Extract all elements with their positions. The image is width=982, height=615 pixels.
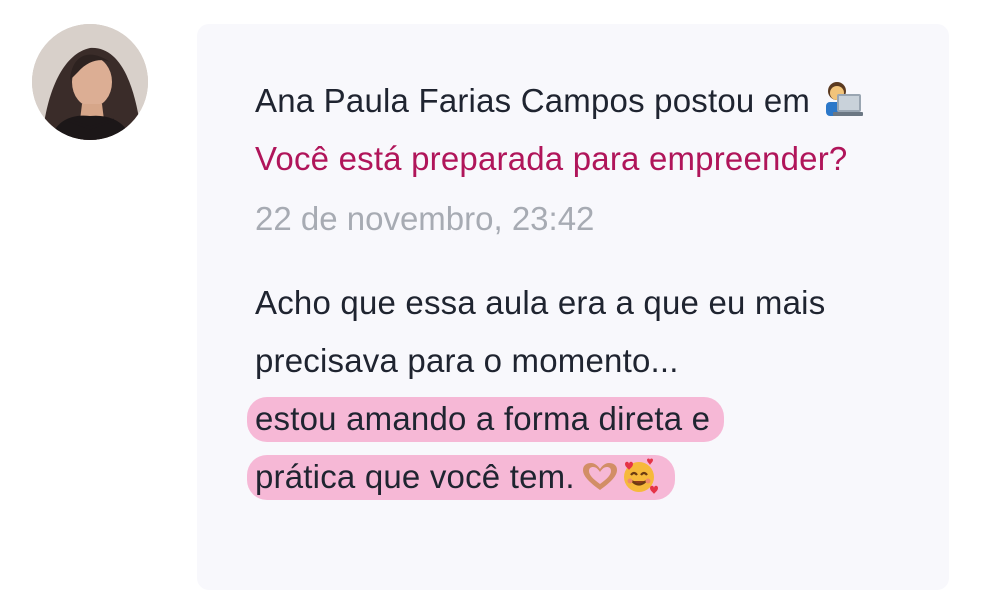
activity-card: Ana Paula Farias Campos postou em Você e… — [197, 24, 949, 590]
user-avatar[interactable] — [32, 24, 148, 140]
activity-header: Ana Paula Farias Campos postou em Você e… — [255, 72, 915, 188]
activity-content: Ana Paula Farias Campos postou em Você e… — [247, 72, 915, 506]
post-title-link[interactable]: Você está preparada para empreender? — [255, 140, 847, 177]
laptop-technologist-icon — [826, 82, 864, 116]
smiling-face-with-hearts-icon — [623, 458, 658, 494]
avatar-photo — [32, 24, 148, 140]
comment-body: Acho que essa aula era a que eu mais pre… — [247, 274, 915, 506]
highlighted-text-2: prática que você tem. — [255, 458, 575, 495]
timestamp: 22 de novembro, 23:42 — [255, 200, 595, 237]
comment-text: Acho que essa aula era a que eu mais pre… — [255, 284, 826, 379]
posted-in-text: postou em — [644, 82, 820, 119]
highlighted-text-end: prática que você tem. — [247, 455, 675, 500]
highlighted-text: estou amando a forma direta e — [247, 397, 725, 442]
author-name[interactable]: Ana Paula Farias Campos — [255, 82, 645, 119]
heart-hands-icon — [582, 463, 617, 490]
